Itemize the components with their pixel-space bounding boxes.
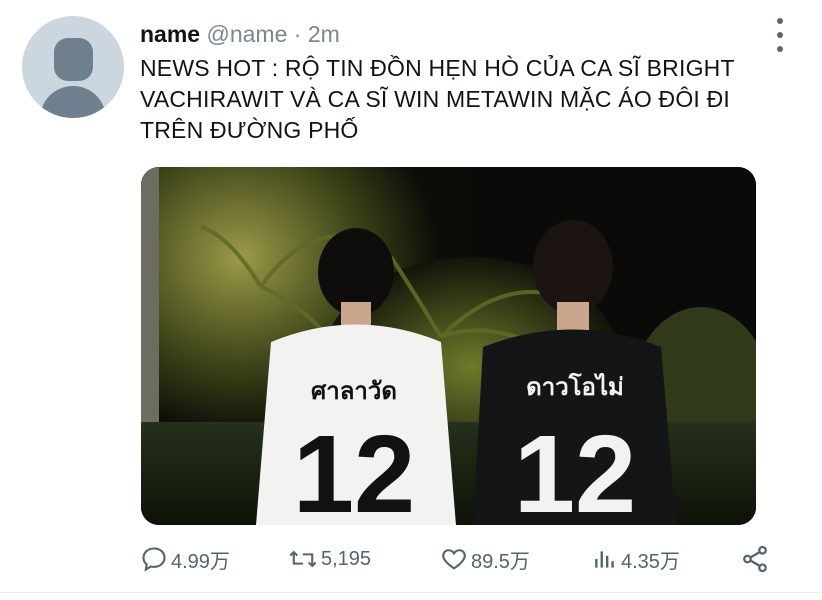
timestamp[interactable]: 2m <box>308 21 340 47</box>
reply-button[interactable]: 4.99万 <box>140 540 230 578</box>
retweet-button[interactable]: 5,195 <box>288 540 371 578</box>
share-icon <box>743 545 767 573</box>
avatar-shoulders <box>40 86 106 118</box>
retweet-count: 5,195 <box>321 547 372 570</box>
avatar[interactable] <box>22 16 124 118</box>
media-photo: ศาลาวัด 12 ดาวโอไม่ 12 <box>141 167 756 525</box>
tweet-media[interactable]: ศาลาวัด 12 ดาวโอไม่ 12 <box>141 167 756 525</box>
user-handle[interactable]: @name <box>206 21 287 47</box>
display-name[interactable]: name <box>140 21 200 47</box>
avatar-head <box>54 38 93 81</box>
views-count: 4.35万 <box>621 550 680 573</box>
like-count: 89.5万 <box>471 550 530 573</box>
reply-count: 4.99万 <box>171 550 230 573</box>
retweet-icon <box>289 550 317 568</box>
separator: · <box>293 21 302 47</box>
views-icon <box>595 551 614 568</box>
more-vertical-icon <box>777 18 783 24</box>
more-options-button[interactable] <box>772 18 788 52</box>
right-jersey-name: ดาวโอไม่ <box>526 372 624 401</box>
views-button[interactable]: 4.35万 <box>592 540 680 578</box>
like-button[interactable]: 89.5万 <box>440 540 530 578</box>
divider <box>0 592 822 593</box>
tweet-actions: 4.99万 5,195 89.5万 4.35万 <box>140 540 780 580</box>
share-button[interactable] <box>740 540 773 578</box>
tweet-header: name @name · 2m <box>140 20 340 48</box>
heart-icon <box>442 549 466 570</box>
right-jersey-number: 12 <box>514 413 636 525</box>
left-jersey-name: ศาลาวัด <box>311 377 397 405</box>
left-jersey-number: 12 <box>293 413 415 525</box>
tweet-text: NEWS HOT : RỘ TIN ĐỒN HẸN HÒ CỦA CA SĨ B… <box>140 55 735 143</box>
reply-icon <box>142 547 166 572</box>
